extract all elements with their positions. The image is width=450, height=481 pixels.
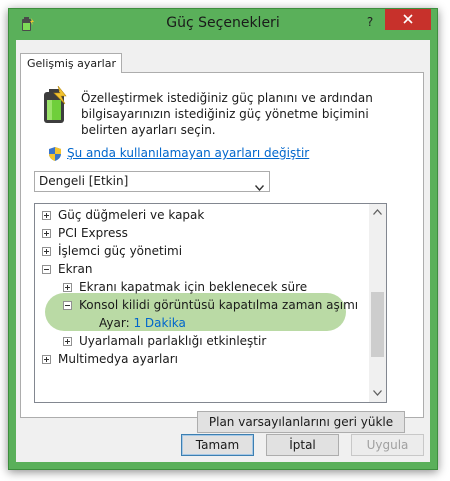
power-plan-select[interactable]: Dengeli [Etkin] bbox=[34, 171, 270, 192]
tree-item-label: Güç düğmeleri ve kapak bbox=[58, 208, 205, 222]
tree-item-label: Ekranı kapatmak için beklenecek süre bbox=[79, 280, 308, 294]
close-button[interactable] bbox=[385, 9, 431, 30]
expand-icon[interactable] bbox=[42, 229, 51, 238]
scrollbar-thumb[interactable] bbox=[371, 292, 384, 357]
restore-defaults-button[interactable]: Plan varsayılanlarını geri yükle bbox=[197, 411, 405, 433]
expand-icon[interactable] bbox=[42, 247, 51, 256]
power-options-window: Güç Seçenekleri ? Gelişmiş ayarlar Özell… bbox=[8, 8, 438, 470]
settings-tree[interactable]: Güç düğmeleri ve kapak PCI Express İşlem… bbox=[34, 203, 387, 403]
tree-item-label: Konsol kilidi görüntüsü kapatılma zaman … bbox=[79, 298, 359, 312]
description-text: Özelleştirmek istediğiniz güç planını ve… bbox=[81, 91, 373, 137]
chevron-down-icon bbox=[254, 178, 265, 197]
cancel-button[interactable]: İptal bbox=[266, 434, 339, 456]
scroll-up-icon[interactable] bbox=[373, 209, 382, 215]
change-unavailable-settings-link[interactable]: Şu anda kullanılamayan ayarları değiştir bbox=[67, 146, 309, 160]
dialog-body: Gelişmiş ayarlar Özelleştirmek istediğin… bbox=[16, 40, 430, 462]
collapse-icon[interactable] bbox=[42, 265, 51, 274]
setting-value[interactable]: 1 Dakika bbox=[133, 316, 185, 330]
tree-item-setting[interactable]: Ayar: 1 Dakika bbox=[99, 314, 186, 332]
expand-icon[interactable] bbox=[42, 211, 51, 220]
tree-item-label: Ekran bbox=[58, 262, 93, 276]
tab-advanced-settings[interactable]: Gelişmiş ayarlar bbox=[20, 53, 122, 73]
setting-label: Ayar: bbox=[99, 316, 130, 330]
close-icon bbox=[403, 14, 413, 24]
vertical-scrollbar[interactable] bbox=[369, 204, 386, 402]
battery-icon bbox=[38, 85, 70, 130]
expand-icon[interactable] bbox=[63, 337, 72, 346]
tree-item-label: PCI Express bbox=[58, 226, 128, 240]
scroll-down-icon[interactable] bbox=[373, 390, 382, 396]
advanced-settings-panel: Özelleştirmek istediğiniz güç planını ve… bbox=[20, 72, 424, 433]
collapse-icon[interactable] bbox=[63, 301, 72, 310]
apply-button[interactable]: Uygula bbox=[351, 434, 424, 456]
tree-item-label: Uyarlamalı parlaklığı etkinleştir bbox=[79, 334, 267, 348]
expand-icon[interactable] bbox=[42, 355, 51, 364]
tree-item-label: Multimedya ayarları bbox=[58, 352, 178, 366]
uac-shield-icon bbox=[47, 146, 63, 166]
expand-icon[interactable] bbox=[63, 283, 72, 292]
power-plan-select-value: Dengeli [Etkin] bbox=[39, 174, 129, 188]
help-button[interactable]: ? bbox=[359, 13, 381, 31]
tree-item-label: İşlemci güç yönetimi bbox=[58, 244, 183, 258]
ok-button[interactable]: Tamam bbox=[181, 434, 254, 456]
title-bar[interactable]: Güç Seçenekleri ? bbox=[9, 9, 437, 39]
